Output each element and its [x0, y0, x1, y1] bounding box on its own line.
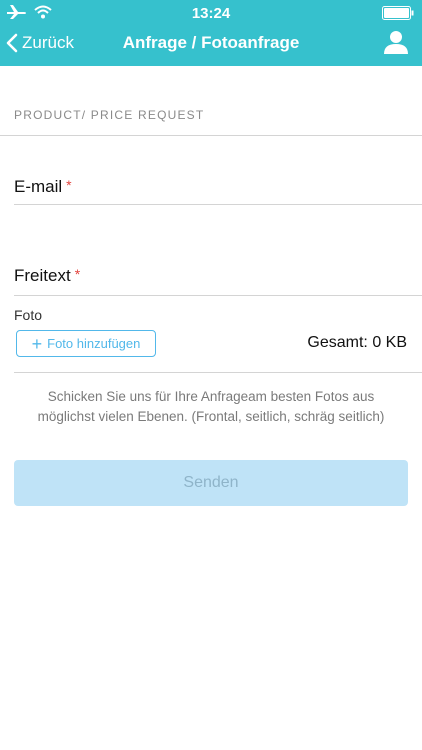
total-size: Gesamt: 0 KB	[307, 334, 407, 351]
navigation-bar: Zurück Anfrage / Fotoanfrage	[0, 28, 422, 66]
section-divider	[0, 135, 422, 136]
foto-label: Foto	[14, 307, 43, 323]
battery-icon	[382, 6, 414, 25]
status-time: 13:24	[191, 5, 231, 22]
add-photo-button[interactable]: + Foto hinzufügen	[16, 330, 156, 357]
app-header: 13:24 Zurück Anfrage / Fotoanfrage	[0, 0, 422, 66]
freitext-field[interactable]	[14, 257, 408, 293]
foto-divider	[14, 372, 422, 373]
plus-icon: +	[31, 333, 43, 354]
send-button[interactable]: Senden	[14, 460, 408, 506]
page-title: Anfrage / Fotoanfrage	[122, 33, 300, 52]
user-icon[interactable]	[384, 30, 408, 59]
freitext-underline	[14, 295, 422, 296]
photo-hint-text: Schicken Sie uns für Ihre Anfrageam best…	[37, 389, 385, 424]
add-photo-label: Foto hinzufügen	[47, 336, 141, 351]
status-bar: 13:24	[0, 0, 422, 28]
section-header: PRODUCT/ PRICE REQUEST	[14, 108, 205, 122]
email-field[interactable]	[14, 168, 408, 204]
email-underline	[14, 204, 422, 205]
